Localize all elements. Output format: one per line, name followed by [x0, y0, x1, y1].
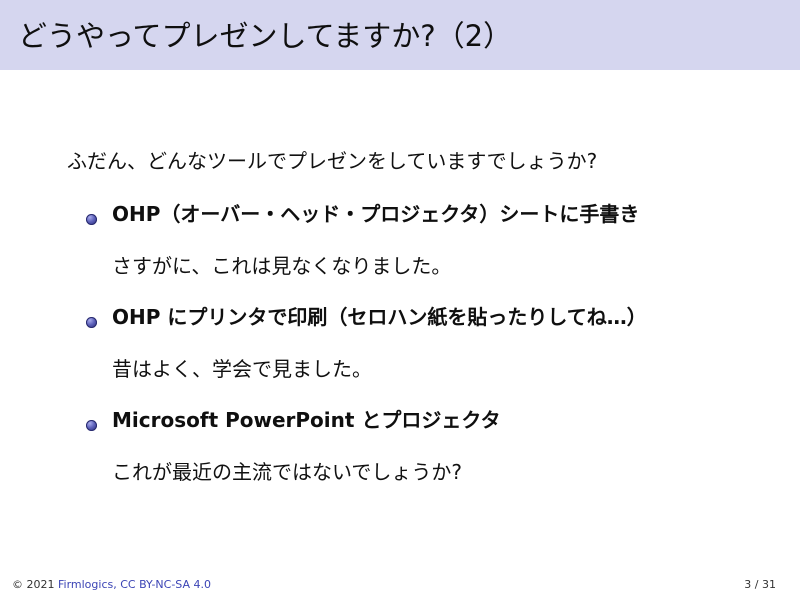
page-title: どうやってプレゼンしてますか?（2） [18, 19, 513, 53]
title-bar: どうやってプレゼンしてますか?（2） [0, 0, 800, 70]
bullet-icon [86, 420, 97, 431]
bullet-item-note: さすがに、これは見なくなりました。 [112, 254, 452, 278]
license-link[interactable]: Firmlogics, CC BY-NC-SA 4.0 [58, 578, 211, 591]
intro-text: ふだん、どんなツールでプレゼンをしていますでしょうか? [67, 149, 598, 173]
slide: どうやってプレゼンしてますか?（2） ふだん、どんなツールでプレゼンをしています… [0, 0, 800, 600]
bullet-item-note: これが最近の主流ではないでしょうか? [112, 460, 463, 484]
bullet-item-title: OHP にプリンタで印刷（セロハン紙を貼ったりしてね…） [112, 305, 647, 329]
bullet-item-title: OHP（オーバー・ヘッド・プロジェクタ）シートに手書き [112, 202, 640, 226]
footer-copyright: © 2021 Firmlogics, CC BY-NC-SA 4.0 [12, 578, 211, 592]
copyright-prefix: © 2021 [12, 578, 58, 591]
page-indicator: 3 / 31 [744, 578, 776, 591]
bullet-item-title: Microsoft PowerPoint とプロジェクタ [112, 408, 501, 432]
bullet-item-note: 昔はよく、学会で見ました。 [112, 357, 372, 381]
bullet-icon [86, 214, 97, 225]
bullet-icon [86, 317, 97, 328]
